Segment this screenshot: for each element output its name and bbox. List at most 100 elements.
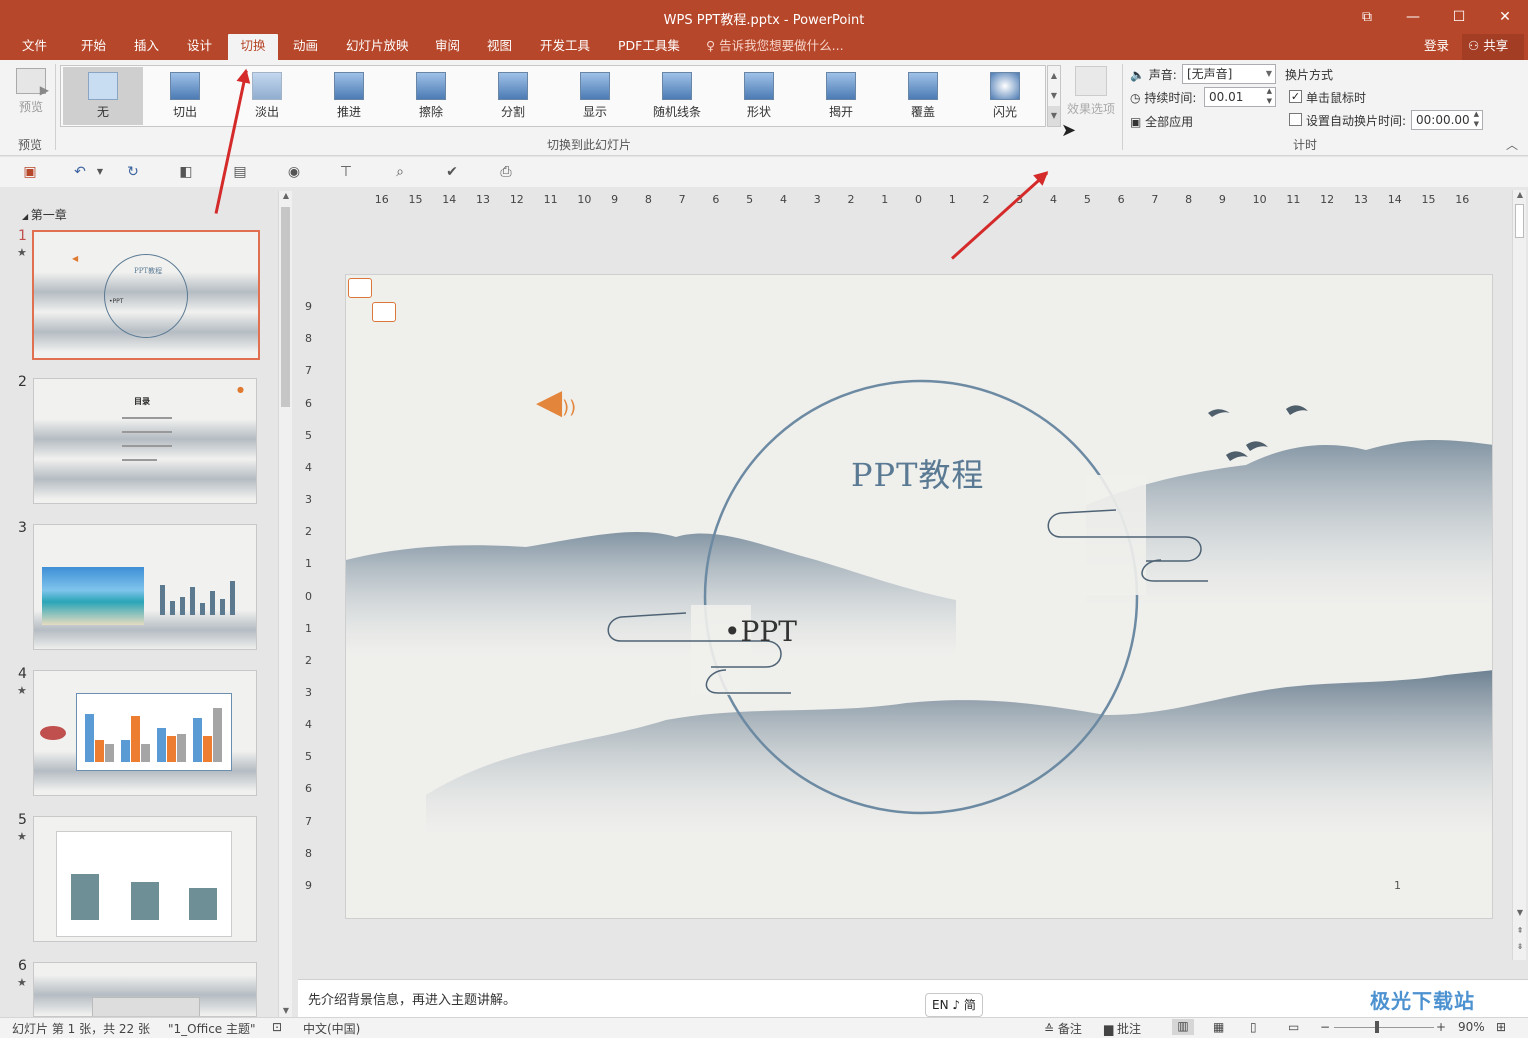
tab-slideshow[interactable]: 幻灯片放映 xyxy=(342,34,413,60)
reading-view-icon[interactable]: ▯ xyxy=(1250,1020,1257,1034)
present-icon[interactable]: ⊤ xyxy=(336,162,356,182)
scroll-up-icon[interactable]: ▲ xyxy=(279,191,293,200)
comment-icon[interactable] xyxy=(348,278,372,298)
accessibility-icon[interactable]: ⊡ xyxy=(272,1020,282,1034)
zoom-level[interactable]: 90% xyxy=(1458,1020,1485,1034)
transition-reveal[interactable]: 显示 xyxy=(555,67,635,125)
scroll-thumb[interactable] xyxy=(1515,204,1524,238)
textbox-icon[interactable]: ▤ xyxy=(230,162,250,182)
print-preview-icon[interactable]: ⌕ xyxy=(390,162,410,182)
fit-to-window-icon[interactable]: ⊞ xyxy=(1496,1020,1506,1034)
login-link[interactable]: 登录 xyxy=(1424,34,1449,58)
slide-thumbnail-2[interactable]: 目录 ● xyxy=(33,378,257,504)
sound-dropdown[interactable]: [无声音] ▼ xyxy=(1182,64,1276,84)
notes-icon: ≙ xyxy=(1044,1022,1058,1036)
transition-cut[interactable]: 切出 xyxy=(145,67,225,125)
slide-thumbnail-6[interactable] xyxy=(33,962,257,1017)
normal-view-icon[interactable]: ▥ xyxy=(1172,1019,1194,1035)
slide-canvas[interactable]: ◀)) PPT教程 •PPT 1 xyxy=(345,274,1493,919)
comment-bubble-icon: ▆ xyxy=(1104,1022,1118,1036)
minimize-button[interactable]: — xyxy=(1390,0,1436,34)
comments-toggle[interactable]: ▆ 批注 xyxy=(1104,1020,1141,1037)
transition-random-bars[interactable]: 随机线条 xyxy=(637,67,717,125)
gallery-scroll-up-icon[interactable]: ▲ xyxy=(1048,66,1060,86)
tab-home[interactable]: 开始 xyxy=(77,34,110,60)
ribbon-display-options-icon[interactable]: ⧉ xyxy=(1344,0,1390,34)
comment-icon[interactable] xyxy=(372,302,396,322)
tab-file[interactable]: 文件 xyxy=(18,34,51,60)
editor-scrollbar[interactable]: ▲ ▼ ⇞ ⇟ xyxy=(1512,190,1526,960)
new-slide-icon[interactable]: ◧ xyxy=(176,162,196,182)
close-button[interactable]: ✕ xyxy=(1482,0,1528,34)
save-icon[interactable]: ▣ xyxy=(20,162,40,182)
transition-flash[interactable]: 闪光 xyxy=(965,67,1045,125)
transition-uncover[interactable]: 揭开 xyxy=(801,67,881,125)
slide-sorter-icon[interactable]: ▦ xyxy=(1213,1020,1224,1034)
transition-split[interactable]: 分割 xyxy=(473,67,553,125)
zoom-slider[interactable] xyxy=(1334,1027,1434,1028)
transition-push[interactable]: 推进 xyxy=(309,67,389,125)
undo-dropdown-icon[interactable]: ▼ xyxy=(90,162,110,182)
undo-icon[interactable]: ↶ xyxy=(70,162,90,182)
zoom-slider-thumb[interactable] xyxy=(1375,1021,1379,1033)
transition-none[interactable]: 无 xyxy=(63,67,143,125)
redo-icon[interactable]: ↻ xyxy=(123,162,143,182)
after-time-stepper[interactable]: 00:00.00 ▲ ▼ xyxy=(1411,110,1483,130)
slideshow-from-start-icon[interactable]: ◉ xyxy=(284,162,304,182)
tab-animations[interactable]: 动画 xyxy=(289,34,322,60)
gallery-more-button[interactable]: ▼ xyxy=(1048,106,1060,126)
transition-shape[interactable]: 形状 xyxy=(719,67,799,125)
slide-title[interactable]: PPT教程 xyxy=(851,450,984,496)
thumbnails-scrollbar[interactable]: ▲ ▼ xyxy=(278,191,292,1017)
thumb-chart-frame xyxy=(76,693,232,771)
effect-options-button[interactable]: 效果选项 xyxy=(1066,66,1116,117)
slide-thumbnail-5[interactable] xyxy=(33,816,257,942)
slide-subtitle[interactable]: •PPT xyxy=(724,615,797,648)
notes-toggle[interactable]: ≙ 备注 xyxy=(1044,1020,1082,1037)
tell-me-box[interactable]: ♀ 告诉我您想要做什么... xyxy=(706,34,844,58)
tab-developer[interactable]: 开发工具 xyxy=(536,34,594,60)
share-button[interactable]: ⚇ 共享 xyxy=(1462,34,1524,60)
scroll-thumb[interactable] xyxy=(281,207,290,407)
tab-pdf-tools[interactable]: PDF工具集 xyxy=(614,34,684,60)
notes-text[interactable]: 先介绍背景信息，再进入主题讲解。 xyxy=(308,989,516,1008)
slide-thumbnail-3[interactable] xyxy=(33,524,257,650)
zoom-out-button[interactable]: − xyxy=(1320,1020,1330,1034)
tab-review[interactable]: 审阅 xyxy=(431,34,464,60)
ruler-label: 12 xyxy=(1320,193,1335,206)
ruler-label: 15 xyxy=(408,193,423,206)
scroll-down-icon[interactable]: ▼ xyxy=(279,1006,293,1015)
transition-cover[interactable]: 覆盖 xyxy=(883,67,963,125)
scroll-up-icon[interactable]: ▲ xyxy=(1513,190,1527,199)
thumb-bar xyxy=(170,601,175,615)
next-slide-icon[interactable]: ⇟ xyxy=(1513,942,1527,951)
transition-wipe[interactable]: 擦除 xyxy=(391,67,471,125)
preview-button[interactable]: 预览 xyxy=(12,66,50,122)
tab-design[interactable]: 设计 xyxy=(183,34,216,60)
slide-thumbnail-4[interactable] xyxy=(33,670,257,796)
gallery-scroll-down-icon[interactable]: ▼ xyxy=(1048,86,1060,106)
on-click-checkbox[interactable]: ✓ xyxy=(1289,90,1302,103)
tab-transitions[interactable]: 切换 xyxy=(228,34,278,60)
tab-view[interactable]: 视图 xyxy=(483,34,516,60)
share-label: 共享 xyxy=(1483,38,1509,53)
apply-all-button[interactable]: ▣ 全部应用 xyxy=(1130,113,1193,130)
speaker-icon[interactable]: ◀)) xyxy=(536,385,576,425)
language-indicator[interactable]: 中文(中国) xyxy=(303,1020,360,1037)
spelling-icon[interactable]: ✔ xyxy=(442,162,462,182)
slideshow-view-icon[interactable]: ▭ xyxy=(1288,1020,1299,1034)
collapse-ribbon-icon[interactable]: ︿ xyxy=(1506,136,1518,153)
slide-thumbnail-1[interactable]: PPT教程 •PPT ◀ xyxy=(32,230,260,360)
zoom-in-button[interactable]: + xyxy=(1436,1020,1446,1034)
duration-stepper[interactable]: 00.01 ▲ ▼ xyxy=(1204,87,1276,107)
section-header[interactable]: ◢ 第一章 xyxy=(22,206,67,223)
previous-slide-icon[interactable]: ⇞ xyxy=(1513,926,1527,935)
after-time-checkbox[interactable] xyxy=(1289,113,1302,126)
export-icon[interactable]: ⎙ xyxy=(496,162,516,182)
maximize-button[interactable]: ☐ xyxy=(1436,0,1482,34)
tab-insert[interactable]: 插入 xyxy=(130,34,163,60)
bird xyxy=(1246,441,1268,451)
scroll-down-icon[interactable]: ▼ xyxy=(1513,908,1527,917)
ime-indicator[interactable]: EN ♪ 简 xyxy=(925,993,983,1017)
notes-pane[interactable]: 先介绍背景信息，再进入主题讲解。 xyxy=(298,979,1528,1017)
